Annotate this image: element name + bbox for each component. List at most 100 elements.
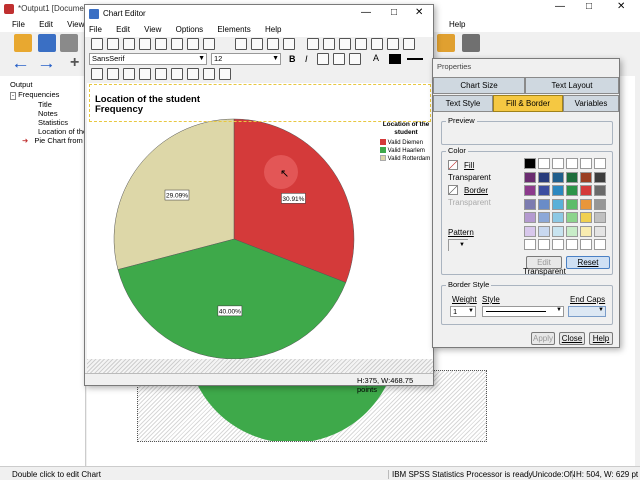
palette-swatch[interactable]	[580, 239, 592, 250]
italic-button[interactable]: I	[305, 54, 308, 64]
palette-swatch[interactable]	[580, 158, 592, 169]
palette-swatch[interactable]	[538, 198, 550, 210]
redo-icon[interactable]	[107, 38, 119, 50]
slice-value-label[interactable]: 30.91%	[282, 196, 304, 203]
palette-swatch[interactable]	[566, 225, 578, 237]
palette-swatch[interactable]	[580, 185, 592, 196]
endcaps-select[interactable]: ▼	[568, 306, 606, 317]
axis-icon-3[interactable]	[267, 38, 279, 50]
tab-text-style[interactable]: Text Style	[433, 95, 493, 112]
minus-box-icon[interactable]: -	[10, 92, 16, 100]
close-icon[interactable]: ✕	[617, 1, 625, 12]
chevron-down-icon[interactable]: ▼	[272, 54, 279, 64]
properties-icon[interactable]	[171, 38, 183, 50]
palette-swatch[interactable]	[580, 198, 592, 210]
chart-type-hist-icon[interactable]	[139, 68, 151, 80]
fill-color-swatch[interactable]	[389, 54, 401, 64]
tab-text-layout[interactable]: Text Layout	[525, 77, 619, 94]
palette-swatch[interactable]	[580, 171, 592, 183]
chart-type-dot-icon[interactable]	[171, 68, 183, 80]
palette-swatch[interactable]	[524, 158, 536, 169]
main-menu-file[interactable]: File	[12, 20, 25, 29]
palette-swatch[interactable]	[594, 158, 606, 169]
palette-swatch[interactable]	[552, 239, 564, 250]
slice-value-label[interactable]: 29.09%	[166, 193, 188, 200]
outline-item-statistics[interactable]: Statistics	[38, 118, 68, 127]
apply-button[interactable]: Apply	[531, 332, 555, 345]
palette-swatch[interactable]	[524, 171, 536, 183]
chart-type-area-icon[interactable]	[123, 68, 135, 80]
chart-editor-minimize-icon[interactable]: —	[361, 7, 371, 18]
palette-swatch[interactable]	[538, 239, 550, 250]
palette-swatch[interactable]	[566, 198, 578, 210]
plus-icon[interactable]: +	[70, 54, 79, 72]
open-folder-icon[interactable]	[14, 34, 32, 52]
print-icon[interactable]	[60, 34, 78, 52]
palette-swatch[interactable]	[580, 212, 592, 223]
axis-x-icon[interactable]	[235, 38, 247, 50]
ce-menu-elements[interactable]: Elements	[217, 25, 250, 34]
close-button[interactable]: Close	[559, 332, 585, 345]
cut-icon[interactable]	[123, 38, 135, 50]
tab-fill-border[interactable]: Fill & Border	[493, 95, 563, 112]
tab-variables[interactable]: Variables	[563, 95, 619, 112]
ce-menu-file[interactable]: File	[89, 25, 102, 34]
main-menu-view[interactable]: View	[67, 20, 84, 29]
delete-icon[interactable]	[139, 38, 151, 50]
footnote-icon[interactable]	[371, 38, 383, 50]
align-left-icon[interactable]	[317, 53, 329, 65]
ce-menu-help[interactable]: Help	[265, 25, 281, 34]
palette-swatch[interactable]	[566, 239, 578, 250]
main-menu-help[interactable]: Help	[449, 20, 465, 29]
ce-menu-view[interactable]: View	[144, 25, 161, 34]
style-select[interactable]: ▼	[482, 306, 564, 317]
chart-type-fit-icon[interactable]	[203, 68, 215, 80]
maximize-icon[interactable]: □	[586, 1, 592, 12]
annotation-icon[interactable]	[339, 38, 351, 50]
insert-icon[interactable]	[437, 34, 455, 52]
fill-icon[interactable]	[448, 160, 458, 170]
align-right-icon[interactable]	[349, 53, 361, 65]
outline-item-piechart[interactable]: ➜ Pie Chart from	[22, 136, 83, 145]
palette-swatch[interactable]	[552, 158, 564, 169]
grid-icon[interactable]	[403, 38, 415, 50]
palette-swatch[interactable]	[524, 198, 536, 210]
outline-item-location[interactable]: Location of the	[38, 127, 87, 136]
save-icon[interactable]	[38, 34, 56, 52]
palette-swatch[interactable]	[580, 225, 592, 237]
ce-menu-options[interactable]: Options	[176, 25, 204, 34]
reset-color-button[interactable]: Reset	[566, 256, 610, 269]
line-style-icon[interactable]	[407, 58, 423, 60]
palette-swatch[interactable]	[538, 225, 550, 237]
palette-swatch[interactable]	[552, 225, 564, 237]
legend[interactable]: Location of the student Valid Diemen Val…	[380, 121, 432, 163]
help-button[interactable]: Help	[589, 332, 613, 345]
chart-subtitle[interactable]: Frequency	[95, 104, 143, 115]
slice-value-label[interactable]: 40.00%	[219, 308, 241, 315]
chart-type-line-icon[interactable]	[107, 68, 119, 80]
palette-swatch[interactable]	[566, 171, 578, 183]
frame-icon[interactable]	[307, 38, 319, 50]
palette-swatch[interactable]	[552, 212, 564, 223]
palette-swatch[interactable]	[594, 239, 606, 250]
chart-type-dual-icon[interactable]	[187, 68, 199, 80]
palette-swatch[interactable]	[552, 198, 564, 210]
chart-canvas[interactable]: 30.91% 40.00% 29.09% Location of the stude…	[87, 83, 433, 373]
legend-icon[interactable]	[387, 38, 399, 50]
main-menu-edit[interactable]: Edit	[39, 20, 53, 29]
textbox-icon[interactable]	[355, 38, 367, 50]
palette-swatch[interactable]	[566, 185, 578, 196]
palette-swatch[interactable]	[552, 171, 564, 183]
select-icon[interactable]	[187, 38, 199, 50]
chart-editor-maximize-icon[interactable]: □	[391, 7, 397, 18]
color-palette[interactable]	[524, 158, 610, 254]
designate-window-icon[interactable]	[462, 34, 480, 52]
undo-icon[interactable]	[91, 38, 103, 50]
outline-item-notes[interactable]: Notes	[38, 109, 58, 118]
chart-type-scatter-icon[interactable]	[155, 68, 167, 80]
outline-frequencies[interactable]: - Frequencies	[10, 90, 59, 100]
border-icon[interactable]	[448, 185, 458, 195]
palette-swatch[interactable]	[538, 185, 550, 196]
explode-slice-icon[interactable]	[219, 68, 231, 80]
chart-editor-close-icon[interactable]: ✕	[415, 7, 423, 18]
